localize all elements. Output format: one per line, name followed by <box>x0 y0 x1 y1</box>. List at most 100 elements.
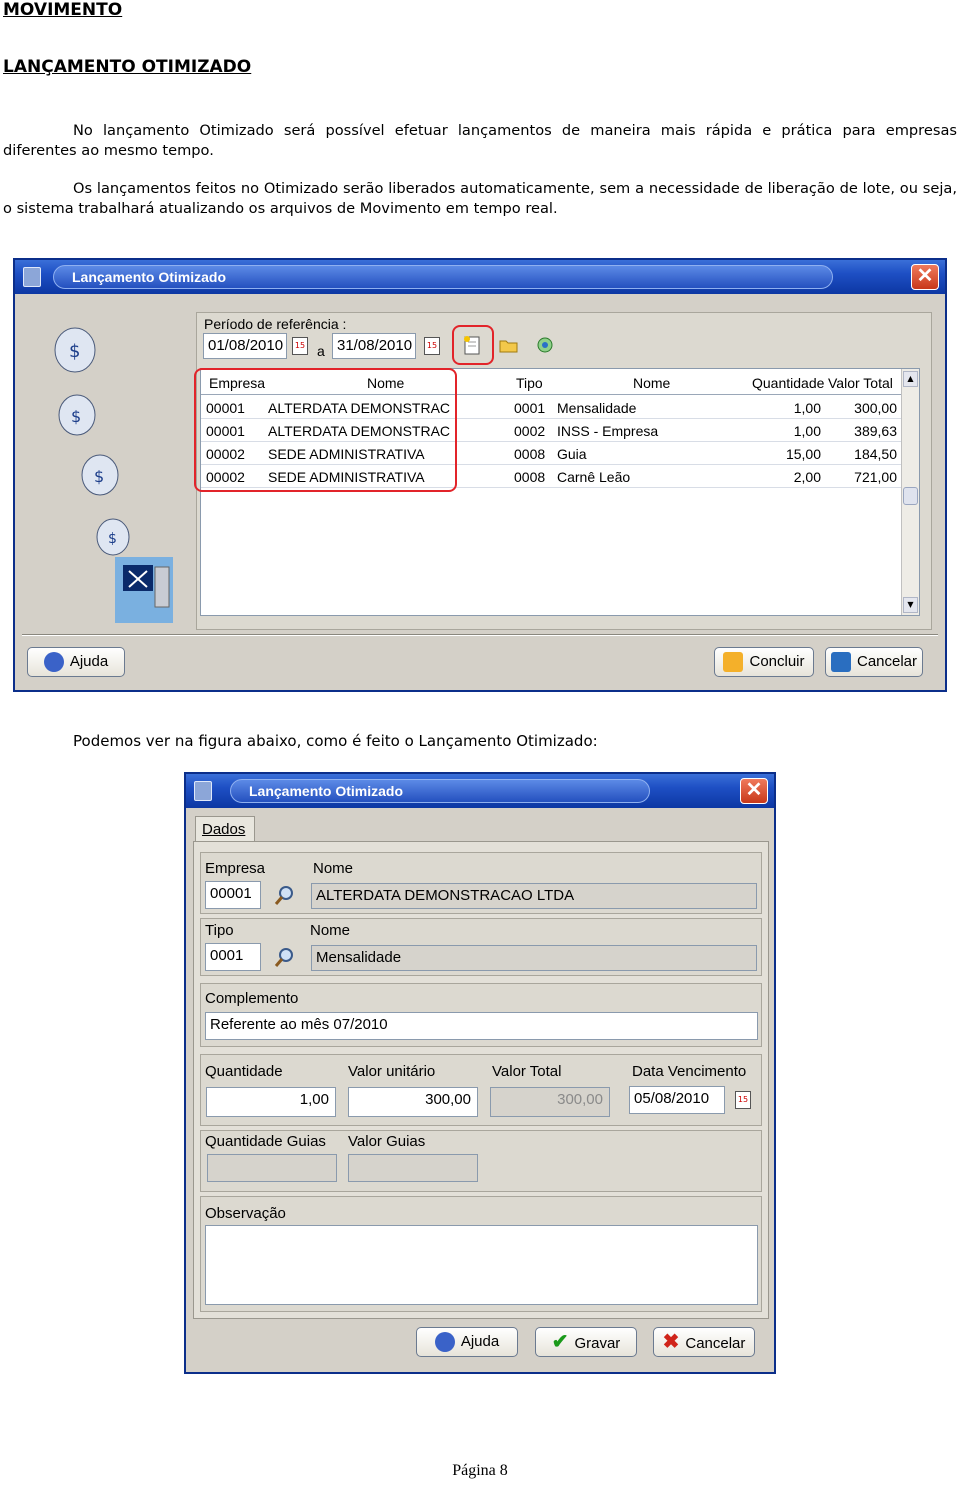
close-button[interactable]: ✕ <box>740 778 768 804</box>
help-button[interactable]: Ajuda <box>27 647 125 677</box>
cell: 389,63 <box>854 423 897 439</box>
cell: 0002 <box>514 423 546 439</box>
cell: 184,50 <box>854 446 897 462</box>
vertical-scrollbar[interactable]: ▲ ▼ <box>901 369 919 615</box>
help-icon <box>43 652 64 673</box>
cell: Guia <box>557 446 587 462</box>
refresh-icon[interactable] <box>534 334 556 356</box>
money-bag-icon: $ <box>81 454 119 496</box>
valor-unitario-input[interactable]: 300,00 <box>348 1087 478 1117</box>
money-bag-icon: $ <box>58 394 96 436</box>
window-title: Lançamento Otimizado <box>230 779 650 803</box>
valor-guias-input[interactable] <box>348 1154 478 1182</box>
confirm-button[interactable]: Concluir <box>714 647 814 677</box>
save-label: Gravar <box>574 1335 621 1352</box>
column-header[interactable]: Quantidade <box>752 375 824 391</box>
empresa-nome-label: Nome <box>313 860 354 877</box>
tipo-code-input[interactable]: 0001 <box>205 943 261 971</box>
cell: 0008 <box>514 446 546 462</box>
cancel-button[interactable]: Cancelar <box>825 647 923 677</box>
empresa-code-input[interactable]: 00001 <box>205 881 261 909</box>
svg-text:$: $ <box>69 341 80 362</box>
cell: Mensalidade <box>557 400 637 416</box>
rows-highlight <box>194 368 457 492</box>
observacao-textarea[interactable] <box>205 1225 758 1305</box>
scroll-up-icon[interactable]: ▲ <box>903 371 918 387</box>
scroll-thumb[interactable] <box>903 487 918 505</box>
date-to-input[interactable]: 31/08/2010 <box>332 333 416 359</box>
cell: 721,00 <box>854 469 897 485</box>
confirm-label: Concluir <box>749 653 805 670</box>
app-icon <box>23 267 41 287</box>
valor-total-label: Valor Total <box>492 1063 562 1080</box>
empresa-name-input[interactable]: ALTERDATA DEMONSTRACAO LTDA <box>311 883 757 909</box>
valor-total-input[interactable]: 300,00 <box>490 1087 610 1117</box>
check-icon: ✔ <box>551 1331 569 1353</box>
column-header[interactable]: Tipo <box>516 375 543 391</box>
quantidade-label: Quantidade <box>205 1063 283 1080</box>
tipo-label: Tipo <box>205 922 234 939</box>
svg-text:$: $ <box>71 407 81 426</box>
help-label: Ajuda <box>69 653 109 670</box>
valor-guias-label: Valor Guias <box>348 1133 426 1150</box>
cancel-button[interactable]: ✖ Cancelar <box>653 1327 755 1357</box>
window-title: Lançamento Otimizado <box>53 265 833 289</box>
new-button-highlight <box>452 325 494 365</box>
date-from-input[interactable]: 01/08/2010 <box>203 333 287 359</box>
exit-icon <box>830 652 851 673</box>
quantidade-guias-label: Quantidade Guias <box>205 1133 326 1150</box>
empresa-label: Empresa <box>205 860 266 877</box>
data-vencimento-label: Data Vencimento <box>632 1063 747 1080</box>
quantidade-input[interactable]: 1,00 <box>206 1087 336 1117</box>
tipo-nome-label: Nome <box>310 922 351 939</box>
money-bags-illustration: $ $ $ $ <box>54 327 173 623</box>
calendar-icon[interactable]: 15 <box>292 337 308 355</box>
paragraph-2-text: Os lançamentos feitos no Otimizado serão… <box>3 180 957 217</box>
cancel-label: Cancelar <box>685 1335 746 1352</box>
paragraph-1: No lançamento Otimizado será possível ef… <box>3 121 957 161</box>
help-button[interactable]: Ajuda <box>416 1327 518 1357</box>
cell: 1,00 <box>793 423 821 439</box>
cell: 0001 <box>514 400 546 416</box>
figure-caption: Podemos ver na figura abaixo, como é fei… <box>73 732 598 750</box>
search-icon[interactable] <box>274 946 296 968</box>
save-button[interactable]: ✔ Gravar <box>535 1327 637 1357</box>
cell: 300,00 <box>854 400 897 416</box>
cell: 15,00 <box>785 446 821 462</box>
help-icon <box>434 1332 455 1353</box>
calendar-icon[interactable]: 15 <box>735 1091 751 1109</box>
paragraph-2: Os lançamentos feitos no Otimizado serão… <box>3 179 957 219</box>
date-separator: a <box>317 343 325 359</box>
tipo-name-input[interactable]: Mensalidade <box>311 945 757 971</box>
tab-dados[interactable]: Dados <box>195 816 255 842</box>
title-bar[interactable]: Lançamento Otimizado ✕ <box>186 774 774 808</box>
title-bar[interactable]: Lançamento Otimizado ✕ <box>15 260 945 294</box>
complemento-input[interactable]: Referente ao mês 07/2010 <box>205 1012 758 1040</box>
column-header[interactable]: Valor Total <box>828 375 893 391</box>
page-subheading: LANÇAMENTO OTIMIZADO <box>3 57 252 77</box>
page-number: Página 8 <box>452 1462 508 1479</box>
quantidade-guias-input[interactable] <box>207 1154 337 1182</box>
search-icon[interactable] <box>274 884 296 906</box>
svg-text:$: $ <box>94 467 104 486</box>
cancel-x-icon: ✖ <box>662 1331 680 1353</box>
open-folder-icon[interactable] <box>498 334 520 356</box>
cell: INSS - Empresa <box>557 423 659 439</box>
scroll-down-icon[interactable]: ▼ <box>903 597 918 613</box>
money-bag-icon: $ <box>96 518 130 556</box>
bottom-separator <box>22 634 938 636</box>
help-label: Ajuda <box>460 1333 500 1350</box>
cell: 1,00 <box>793 400 821 416</box>
column-header[interactable]: Nome <box>633 375 670 391</box>
data-vencimento-input[interactable]: 05/08/2010 <box>629 1086 725 1114</box>
page-heading: MOVIMENTO <box>3 0 123 20</box>
tab-label: Dados <box>202 821 246 838</box>
paragraph-1-text: No lançamento Otimizado será possível ef… <box>3 122 957 159</box>
close-button[interactable]: ✕ <box>911 264 939 290</box>
calendar-icon[interactable]: 15 <box>424 337 440 355</box>
observacao-label: Observação <box>205 1205 286 1222</box>
cancel-label: Cancelar <box>856 653 918 670</box>
money-bag-icon: $ <box>54 327 96 373</box>
valor-unitario-label: Valor unitário <box>348 1063 436 1080</box>
svg-text:$: $ <box>108 531 117 547</box>
